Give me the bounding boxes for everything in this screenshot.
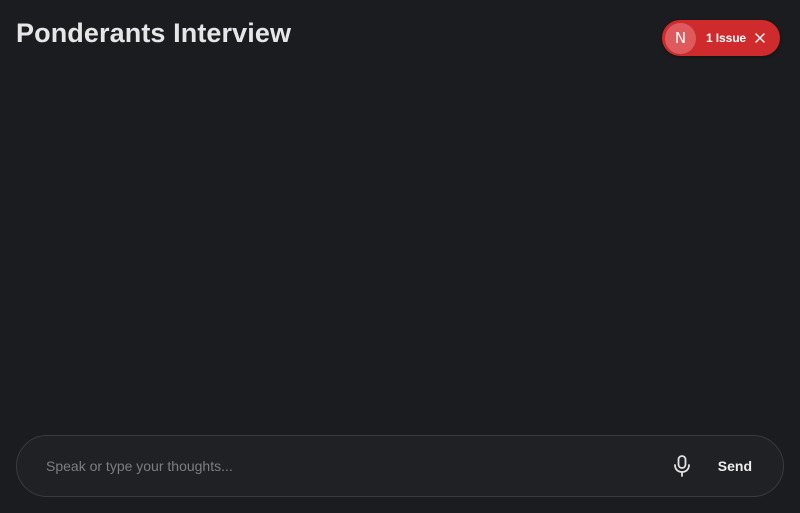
- issues-indicator[interactable]: N 1 Issue: [662, 20, 780, 56]
- microphone-icon[interactable]: [668, 452, 696, 480]
- close-icon[interactable]: [754, 32, 766, 44]
- issues-count-label[interactable]: 1 Issue: [706, 31, 746, 45]
- thoughts-input[interactable]: [17, 436, 668, 496]
- app-root: Ponderants Interview N 1 Issue Send: [0, 0, 800, 513]
- page-title: Ponderants Interview: [16, 18, 292, 48]
- message-composer: Send: [16, 435, 784, 497]
- nextjs-icon[interactable]: N: [665, 22, 696, 54]
- send-button[interactable]: Send: [718, 458, 752, 474]
